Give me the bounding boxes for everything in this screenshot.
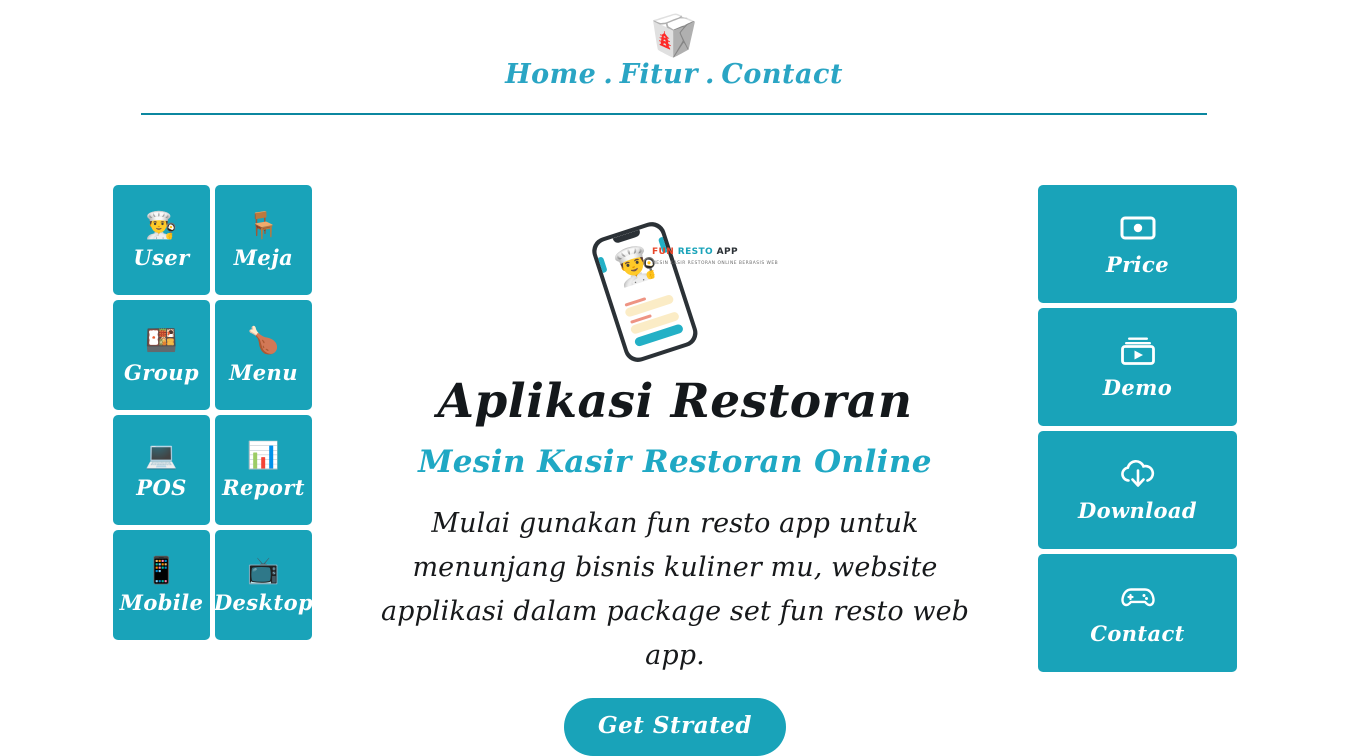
main-navigation: Home . Fitur . Contact bbox=[0, 58, 1348, 92]
tile-label: POS bbox=[136, 474, 187, 500]
tile-contact[interactable]: Contact bbox=[1038, 554, 1237, 672]
tile-demo[interactable]: Demo bbox=[1038, 308, 1237, 426]
tile-price[interactable]: Price bbox=[1038, 185, 1237, 303]
tile-desktop[interactable]: 📺 Desktop bbox=[213, 530, 314, 640]
tile-download[interactable]: Download bbox=[1038, 431, 1237, 549]
left-feature-tiles: 👨‍🍳 User 🪑 Meja 🍱 Group 🍗 Menu 💻 POS 📊 R… bbox=[113, 185, 314, 640]
mobile-phone-icon: 📱 bbox=[145, 555, 178, 586]
right-action-tiles: Price Demo Download Contact bbox=[1038, 185, 1237, 672]
television-icon: 📺 bbox=[247, 555, 280, 586]
video-play-icon bbox=[1120, 333, 1156, 369]
tile-report[interactable]: 📊 Report bbox=[215, 415, 312, 525]
chair-icon: 🪑 bbox=[247, 210, 280, 241]
tile-label: Menu bbox=[229, 359, 298, 385]
bento-box-icon: 🍱 bbox=[145, 325, 178, 356]
page-title: Aplikasi Restoran bbox=[437, 374, 913, 429]
tile-label: Meja bbox=[233, 244, 294, 270]
laptop-icon: 💻 bbox=[145, 440, 178, 471]
nav-item-fitur[interactable]: Fitur bbox=[620, 58, 698, 92]
nav-item-contact[interactable]: Contact bbox=[721, 58, 843, 92]
hero-section: 👨‍🍳 FUN RESTO APP MESIN KASIR RESTORAN O… bbox=[330, 218, 1020, 756]
tile-label: Demo bbox=[1102, 375, 1173, 400]
header-divider bbox=[141, 113, 1207, 115]
chef-icon: 👨‍🍳 bbox=[145, 210, 178, 241]
tile-label: Mobile bbox=[119, 589, 204, 615]
page-subtitle: Mesin Kasir Restoran Online bbox=[418, 444, 932, 480]
cloud-download-icon bbox=[1119, 456, 1157, 492]
tile-label: User bbox=[133, 244, 190, 270]
takeout-box-icon: 🥡 bbox=[649, 13, 699, 59]
phone-notch bbox=[612, 229, 642, 245]
hero-illustration: 👨‍🍳 FUN RESTO APP MESIN KASIR RESTORAN O… bbox=[330, 218, 1020, 366]
hero-logotype: FUN RESTO APP MESIN KASIR RESTORAN ONLIN… bbox=[652, 247, 852, 267]
bar-chart-icon: 📊 bbox=[247, 440, 280, 471]
poultry-leg-icon: 🍗 bbox=[247, 325, 280, 356]
hero-logotype-title: FUN RESTO APP bbox=[652, 247, 852, 258]
nav-separator: . bbox=[705, 59, 715, 90]
cta-container: Get Strated bbox=[330, 698, 1020, 756]
tile-label: Desktop bbox=[213, 589, 314, 615]
tile-pos[interactable]: 💻 POS bbox=[113, 415, 210, 525]
tile-meja[interactable]: 🪑 Meja bbox=[215, 185, 312, 295]
smartphone-mockup: 👨‍🍳 bbox=[567, 210, 723, 375]
tile-label: Price bbox=[1106, 252, 1169, 277]
hero-description: Mulai gunakan fun resto app untuk menunj… bbox=[380, 508, 970, 671]
phone-login-form bbox=[623, 289, 685, 348]
hero-logotype-subtitle: MESIN KASIR RESTORAN ONLINE BERBASIS WEB bbox=[652, 261, 779, 266]
nav-separator: . bbox=[603, 59, 613, 90]
page-header: 🥡 Home . Fitur . Contact bbox=[0, 0, 1348, 122]
logotype-word-app: APP bbox=[716, 247, 738, 257]
game-controller-icon bbox=[1119, 579, 1157, 615]
tile-group[interactable]: 🍱 Group bbox=[113, 300, 210, 410]
get-started-button[interactable]: Get Strated bbox=[563, 698, 786, 756]
tile-label: Contact bbox=[1090, 621, 1185, 646]
tile-label: Download bbox=[1077, 498, 1198, 523]
logotype-word-resto: RESTO bbox=[677, 247, 717, 257]
tile-mobile[interactable]: 📱 Mobile bbox=[113, 530, 210, 640]
tile-label: Report bbox=[222, 474, 305, 500]
tile-label: Group bbox=[124, 359, 199, 385]
logotype-word-fun: FUN bbox=[652, 247, 678, 257]
tile-user[interactable]: 👨‍🍳 User bbox=[113, 185, 210, 295]
phone-accent-left bbox=[596, 256, 608, 274]
nav-item-home[interactable]: Home bbox=[505, 58, 596, 92]
tile-menu[interactable]: 🍗 Menu bbox=[215, 300, 312, 410]
banknote-icon bbox=[1120, 210, 1156, 246]
